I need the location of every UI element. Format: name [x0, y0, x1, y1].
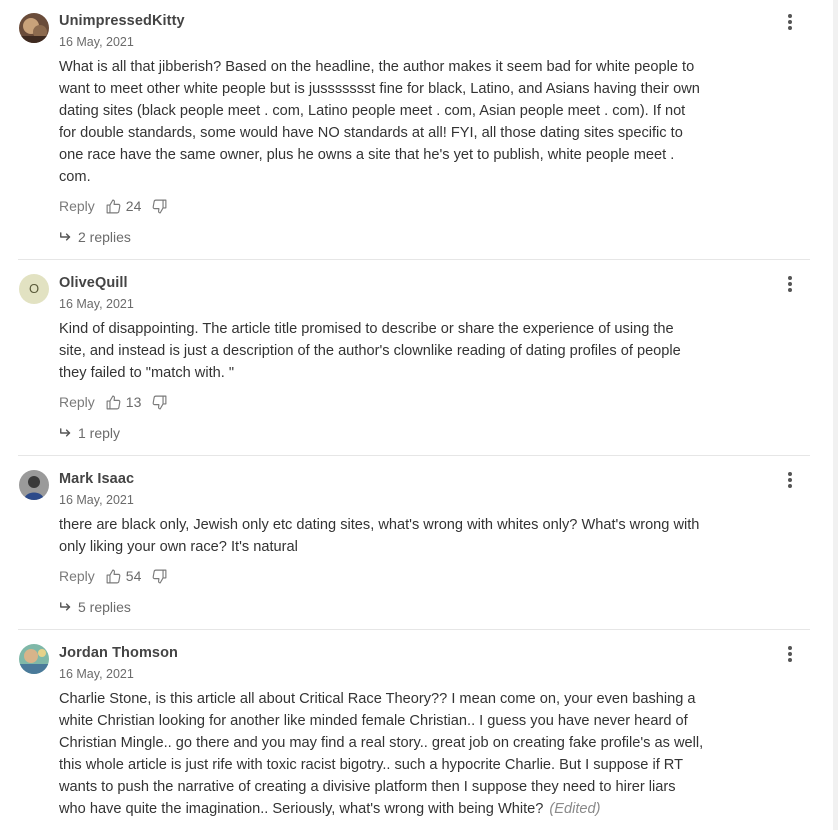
more-options-icon[interactable]	[784, 274, 796, 294]
comment-actions: Reply 13	[59, 393, 168, 411]
thumbs-up-icon	[106, 199, 121, 213]
view-replies-button[interactable]: 5 replies	[59, 599, 131, 615]
reply-arrow-icon	[60, 602, 71, 611]
reply-button[interactable]: Reply	[59, 568, 95, 584]
view-replies-button[interactable]: 1 reply	[59, 425, 120, 441]
comment-line-text: who have quite the imagination.. Serious…	[59, 801, 544, 817]
comment-date: 16 May, 2021	[59, 297, 134, 311]
comment-line: white Christian looking for another like…	[59, 713, 688, 729]
comment-text: Kind of disappointing. The article title…	[59, 318, 759, 384]
like-button[interactable]: 13	[105, 394, 142, 411]
avatar[interactable]	[19, 644, 49, 674]
comment-line: Christian Mingle.. go there and you may …	[59, 735, 704, 751]
like-button[interactable]: 24	[105, 198, 142, 215]
username[interactable]: UnimpressedKitty	[59, 13, 185, 29]
comment-text: What is all that jibberish? Based on the…	[59, 56, 759, 188]
comment-line: Kind of disappointing. The article title…	[59, 321, 674, 337]
username[interactable]: OliveQuill	[59, 275, 128, 291]
dislike-button[interactable]	[151, 568, 168, 585]
comment-line: wants to push the narrative of creating …	[59, 779, 676, 795]
reply-button[interactable]: Reply	[59, 198, 95, 214]
comment-line: site, and instead is just a description …	[59, 343, 681, 359]
avatar[interactable]	[19, 13, 49, 43]
dislike-button[interactable]	[151, 198, 168, 215]
comment-3: Mark Isaac 16 May, 2021 there are black …	[0, 456, 810, 630]
thumbs-down-icon	[152, 199, 167, 213]
comment-date: 16 May, 2021	[59, 493, 134, 507]
comment-line: they failed to "match with. "	[59, 365, 235, 381]
replies-count: 1 reply	[78, 425, 121, 441]
thumbs-down-icon	[152, 395, 167, 409]
comment-actions: Reply 54	[59, 567, 168, 585]
comment-date: 16 May, 2021	[59, 35, 134, 49]
comment-line: com.	[59, 169, 91, 185]
comment-feed: UnimpressedKitty 16 May, 2021 What is al…	[0, 0, 838, 830]
page-edge	[833, 0, 838, 830]
replies-count: 2 replies	[78, 229, 131, 245]
view-replies-button[interactable]: 2 replies	[59, 229, 131, 245]
thumbs-up-icon	[106, 569, 121, 583]
comment-line: want to meet other white people but is j…	[59, 81, 700, 97]
username[interactable]: Jordan Thomson	[59, 645, 178, 661]
avatar[interactable]: O	[19, 274, 49, 304]
edited-label: (Edited)	[549, 801, 601, 817]
comment-4: Jordan Thomson 16 May, 2021 Charlie Ston…	[0, 630, 810, 830]
comment-line: one race have the same owner, plus he ow…	[59, 147, 675, 163]
more-options-icon[interactable]	[784, 12, 796, 32]
replies-count: 5 replies	[78, 599, 131, 615]
comment-line: this whole article is just rife with tox…	[59, 757, 683, 773]
comment-line: dating sites (black people meet . com, L…	[59, 103, 686, 119]
comment-text: there are black only, Jewish only etc da…	[59, 514, 759, 558]
like-button[interactable]: 54	[105, 568, 142, 585]
comment-1: UnimpressedKitty 16 May, 2021 What is al…	[0, 0, 810, 260]
comment-line: who have quite the imagination.. Serious…	[59, 798, 759, 820]
more-options-icon[interactable]	[784, 644, 796, 664]
comment-text: Charlie Stone, is this article all about…	[59, 688, 759, 820]
comment-2: O OliveQuill 16 May, 2021 Kind of disapp…	[0, 260, 810, 456]
like-count: 13	[125, 394, 142, 410]
reply-arrow-icon	[60, 232, 71, 241]
comment-date: 16 May, 2021	[59, 667, 134, 681]
like-count: 24	[125, 198, 142, 214]
reply-button[interactable]: Reply	[59, 394, 95, 410]
comment-line: Charlie Stone, is this article all about…	[59, 691, 696, 707]
comment-actions: Reply 24	[59, 197, 168, 215]
avatar[interactable]	[19, 470, 49, 500]
like-count: 54	[125, 568, 142, 584]
comment-line: there are black only, Jewish only etc da…	[59, 517, 700, 533]
thumbs-down-icon	[152, 569, 167, 583]
reply-arrow-icon	[60, 428, 71, 437]
username[interactable]: Mark Isaac	[59, 471, 134, 487]
comment-line: What is all that jibberish? Based on the…	[59, 59, 695, 75]
comment-line: for double standards, some would have NO…	[59, 125, 683, 141]
thumbs-up-icon	[106, 395, 121, 409]
comment-line: only liking your own race? It's natural	[59, 539, 298, 555]
dislike-button[interactable]	[151, 394, 168, 411]
more-options-icon[interactable]	[784, 470, 796, 490]
